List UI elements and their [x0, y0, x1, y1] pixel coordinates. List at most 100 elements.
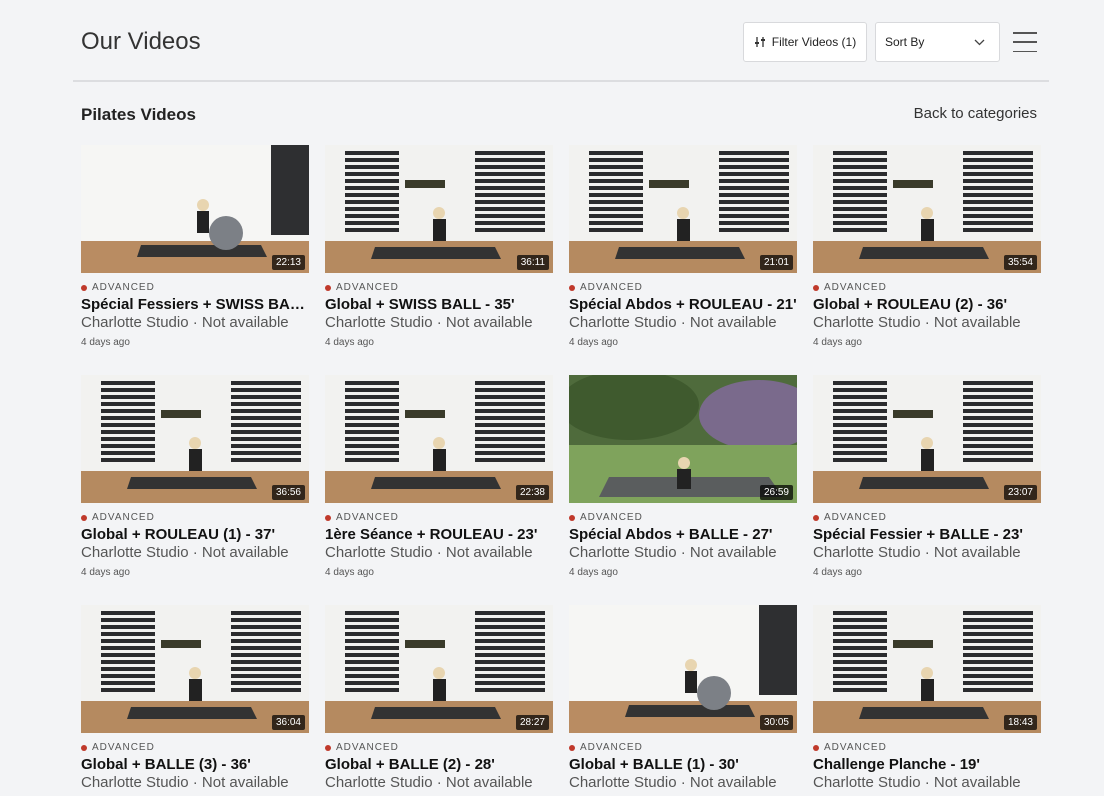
section-header: Pilates Videos Back to categories	[81, 104, 1037, 126]
filter-sliders-icon	[754, 37, 765, 47]
video-title[interactable]: Challenge Planche - 19'	[813, 756, 1041, 773]
video-card[interactable]: 22:38 ADVANCED 1ère Séance + ROULEAU - 23'…	[325, 375, 553, 605]
video-title[interactable]: Spécial Fessiers + SWISS BALL - 22'	[81, 296, 309, 313]
video-duration: 18:43	[1003, 715, 1037, 730]
level-badge: ADVANCED	[813, 512, 1041, 523]
level-label: ADVANCED	[92, 282, 155, 293]
video-date: 4 days ago	[81, 567, 130, 578]
video-author: Charlotte Studio · Not available	[81, 774, 289, 791]
video-card[interactable]: 28:27 ADVANCED Global + BALLE (2) - 28' Cha…	[325, 605, 553, 796]
level-dot-icon	[325, 744, 331, 751]
video-duration: 22:38	[515, 485, 549, 500]
video-thumbnail[interactable]: 26:59	[569, 375, 797, 503]
video-author: Charlotte Studio · Not available	[813, 774, 1021, 791]
video-title[interactable]: Global + SWISS BALL - 35'	[325, 296, 553, 313]
video-thumbnail[interactable]: 35:54	[813, 145, 1041, 273]
video-title[interactable]: Global + ROULEAU (2) - 36'	[813, 296, 1041, 313]
video-card[interactable]: 22:13 ADVANCED Spécial Fessiers + SWISS BA…	[81, 145, 309, 375]
level-dot-icon	[813, 284, 819, 291]
video-author: Charlotte Studio · Not available	[813, 544, 1021, 561]
video-duration: 22:13	[271, 255, 305, 270]
level-label: ADVANCED	[92, 742, 155, 753]
video-date: 4 days ago	[813, 567, 862, 578]
back-to-categories-link[interactable]: Back to categories	[914, 105, 1037, 122]
level-badge: ADVANCED	[81, 512, 309, 523]
level-label: ADVANCED	[824, 512, 887, 523]
video-duration: 36:56	[271, 485, 305, 500]
video-thumbnail[interactable]: 36:04	[81, 605, 309, 733]
level-dot-icon	[81, 284, 87, 291]
video-author: Charlotte Studio · Not available	[325, 544, 533, 561]
video-date: 4 days ago	[569, 337, 618, 348]
level-dot-icon	[81, 514, 87, 521]
video-card[interactable]: 21:01 ADVANCED Spécial Abdos + ROULEAU - 2…	[569, 145, 797, 375]
video-thumbnail[interactable]: 30:05	[569, 605, 797, 733]
video-card[interactable]: 36:04 ADVANCED Global + BALLE (3) - 36' Cha…	[81, 605, 309, 796]
video-duration: 30:05	[759, 715, 793, 730]
level-label: ADVANCED	[336, 742, 399, 753]
video-title[interactable]: Global + BALLE (2) - 28'	[325, 756, 553, 773]
level-label: ADVANCED	[580, 742, 643, 753]
video-thumbnail[interactable]: 21:01	[569, 145, 797, 273]
hamburger-menu-icon[interactable]	[1013, 32, 1037, 52]
section-title: Pilates Videos	[81, 105, 196, 124]
video-date: 4 days ago	[569, 567, 618, 578]
video-thumbnail[interactable]: 18:43	[813, 605, 1041, 733]
video-author: Charlotte Studio · Not available	[813, 314, 1021, 331]
video-duration: 28:27	[515, 715, 549, 730]
filter-videos-button[interactable]: Filter Videos (1)	[743, 22, 867, 62]
video-duration: 36:11	[516, 255, 549, 270]
video-card[interactable]: 30:05 ADVANCED Global + BALLE (1) - 30' Cha…	[569, 605, 797, 796]
video-thumbnail[interactable]: 28:27	[325, 605, 553, 733]
video-card[interactable]: 35:54 ADVANCED Global + ROULEAU (2) - 36' C…	[813, 145, 1041, 375]
video-card[interactable]: 23:07 ADVANCED Spécial Fessier + BALLE - 2…	[813, 375, 1041, 605]
level-badge: ADVANCED	[569, 512, 797, 523]
video-duration: 26:59	[759, 485, 793, 500]
video-date: 4 days ago	[325, 567, 374, 578]
video-duration: 36:04	[271, 715, 305, 730]
level-badge: ADVANCED	[813, 742, 1041, 753]
video-thumbnail[interactable]: 23:07	[813, 375, 1041, 503]
video-title[interactable]: Spécial Abdos + ROULEAU - 21'	[569, 296, 797, 313]
video-author: Charlotte Studio · Not available	[325, 774, 533, 791]
level-badge: ADVANCED	[813, 282, 1041, 293]
video-title[interactable]: Global + ROULEAU (1) - 37'	[81, 526, 309, 543]
video-card[interactable]: 36:11 ADVANCED Global + SWISS BALL - 35' Ch…	[325, 145, 553, 375]
video-title[interactable]: 1ère Séance + ROULEAU - 23'	[325, 526, 553, 543]
level-label: ADVANCED	[336, 512, 399, 523]
level-label: ADVANCED	[824, 742, 887, 753]
video-author: Charlotte Studio · Not available	[81, 314, 289, 331]
video-card[interactable]: 26:59 ADVANCED Spécial Abdos + BALLE - 27'…	[569, 375, 797, 605]
video-card[interactable]: 36:56 ADVANCED Global + ROULEAU (1) - 37' C…	[81, 375, 309, 605]
video-author: Charlotte Studio · Not available	[325, 314, 533, 331]
page-title: Our Videos	[81, 28, 201, 55]
video-title[interactable]: Spécial Fessier + BALLE - 23'	[813, 526, 1041, 543]
level-badge: ADVANCED	[569, 742, 797, 753]
video-title[interactable]: Global + BALLE (1) - 30'	[569, 756, 797, 773]
level-label: ADVANCED	[92, 512, 155, 523]
level-badge: ADVANCED	[81, 742, 309, 753]
video-title[interactable]: Global + BALLE (3) - 36'	[81, 756, 309, 773]
page-header: Our Videos Filter Videos (1) Sort By	[73, 0, 1049, 82]
level-dot-icon	[569, 744, 575, 751]
filter-videos-label: Filter Videos (1)	[771, 35, 857, 49]
video-thumbnail[interactable]: 36:11	[325, 145, 553, 273]
video-thumbnail[interactable]: 22:13	[81, 145, 309, 273]
level-label: ADVANCED	[824, 282, 887, 293]
video-thumbnail[interactable]: 36:56	[81, 375, 309, 503]
sort-by-dropdown[interactable]: Sort By	[875, 22, 1000, 62]
video-date: 4 days ago	[81, 337, 130, 348]
level-badge: ADVANCED	[325, 282, 553, 293]
video-thumbnail[interactable]: 22:38	[325, 375, 553, 503]
sort-by-label: Sort By	[885, 35, 925, 49]
video-card[interactable]: 18:43 ADVANCED Challenge Planche - 19' Char…	[813, 605, 1041, 796]
video-date: 4 days ago	[813, 337, 862, 348]
video-title[interactable]: Spécial Abdos + BALLE - 27'	[569, 526, 797, 543]
level-dot-icon	[325, 284, 331, 291]
level-badge: ADVANCED	[569, 282, 797, 293]
video-author: Charlotte Studio · Not available	[569, 314, 777, 331]
video-duration: 21:01	[759, 255, 793, 270]
level-label: ADVANCED	[580, 512, 643, 523]
video-date: 4 days ago	[325, 337, 374, 348]
level-badge: ADVANCED	[325, 742, 553, 753]
